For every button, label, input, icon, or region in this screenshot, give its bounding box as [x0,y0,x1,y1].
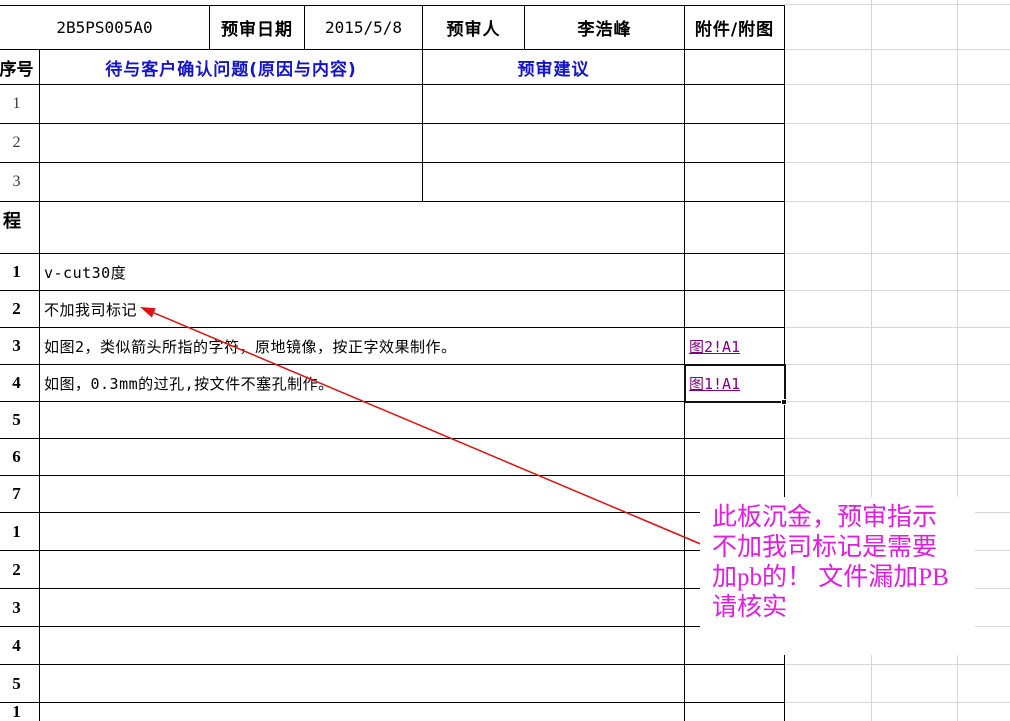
annotation-line: 不加我司标记是需要 [712,534,938,561]
annotation-line: 加pb的！ 文件漏加PB [712,564,949,591]
annotation-line: 请核实 [712,594,788,621]
spreadsheet: 2B5PS005A0 预审日期 2015/5/8 预审人 李浩峰 附件/附图 序… [0,0,1010,721]
arrow-head [140,307,156,318]
annotation-textbox[interactable]: 此板沉金，预审指示 不加我司标记是需要 加pb的！ 文件漏加PB 请核实 [700,497,975,655]
arrow-line [153,312,704,546]
annotation-line: 此板沉金，预审指示 [712,504,938,531]
